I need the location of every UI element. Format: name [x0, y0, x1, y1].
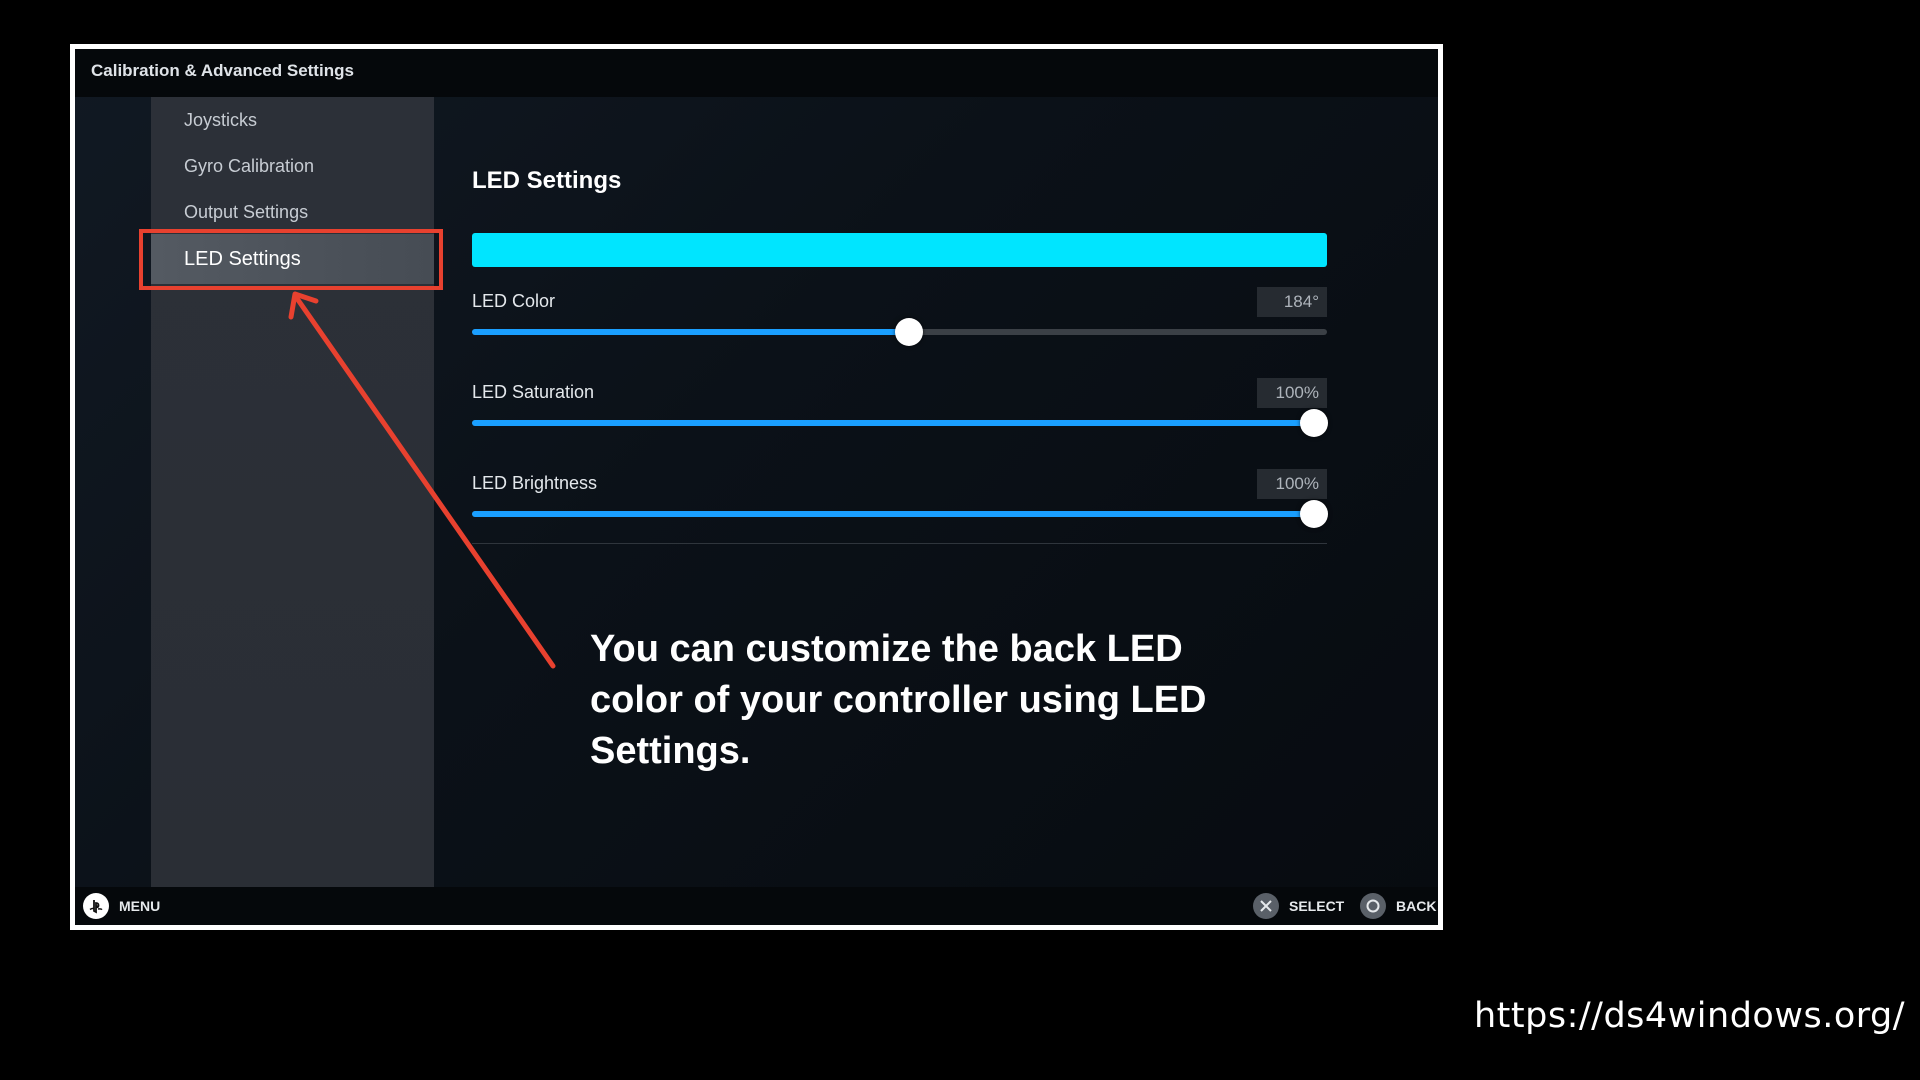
- led-color-slider[interactable]: [472, 318, 1327, 346]
- menu-hint[interactable]: MENU: [83, 893, 160, 919]
- led-saturation-label: LED Saturation: [472, 382, 595, 402]
- window-title: Calibration & Advanced Settings: [91, 61, 354, 80]
- screenshot-frame: Calibration & Advanced Settings Joystick…: [70, 44, 1443, 930]
- led-color-slider-row: LED Color 184°: [472, 287, 1327, 367]
- circle-button-icon: [1360, 893, 1386, 919]
- page-title: LED Settings: [472, 167, 622, 194]
- select-hint[interactable]: SELECT: [1253, 893, 1344, 919]
- sidebar-item-joysticks[interactable]: Joysticks: [151, 97, 434, 143]
- led-saturation-value[interactable]: 100%: [1257, 378, 1327, 408]
- annotation-caption: You can customize the back LED color of …: [590, 628, 1207, 772]
- source-url: https://ds4windows.org/: [1474, 996, 1906, 1036]
- back-label: BACK: [1396, 898, 1437, 914]
- led-brightness-label: LED Brightness: [472, 473, 598, 493]
- led-color-slider-thumb[interactable]: [894, 318, 923, 346]
- select-label: SELECT: [1289, 898, 1345, 914]
- led-color-label: LED Color: [472, 291, 556, 311]
- led-saturation-slider[interactable]: [472, 409, 1329, 437]
- led-brightness-value[interactable]: 100%: [1257, 469, 1327, 499]
- menu-label: MENU: [119, 898, 161, 914]
- led-saturation-slider-fill: [472, 420, 1315, 426]
- sidebar-item-led-settings[interactable]: LED Settings: [151, 234, 434, 284]
- led-color-slider-fill: [472, 329, 909, 335]
- sidebar-item-output-settings[interactable]: Output Settings: [151, 189, 434, 235]
- led-saturation-slider-thumb[interactable]: [1300, 409, 1329, 437]
- led-color-preview: [472, 233, 1327, 267]
- settings-sidebar: Joysticks Gyro Calibration Output Settin…: [151, 97, 434, 892]
- back-hint[interactable]: BACK: [1360, 893, 1436, 919]
- footer-bar: MENU SELECT BACK: [75, 887, 1438, 925]
- section-divider: [472, 543, 1327, 544]
- app-window: Calibration & Advanced Settings Joystick…: [75, 49, 1438, 925]
- led-brightness-slider-row: LED Brightness 100%: [472, 469, 1329, 549]
- title-bar: Calibration & Advanced Settings: [75, 49, 1438, 97]
- led-brightness-slider-thumb[interactable]: [1300, 500, 1329, 528]
- led-color-value[interactable]: 184°: [1257, 287, 1327, 317]
- led-brightness-slider-fill: [472, 511, 1315, 517]
- led-saturation-slider-row: LED Saturation 100%: [472, 378, 1329, 458]
- led-brightness-slider[interactable]: [472, 500, 1329, 528]
- playstation-icon: [83, 893, 109, 919]
- sidebar-item-gyro-calibration[interactable]: Gyro Calibration: [151, 143, 434, 189]
- cross-button-icon: [1253, 893, 1279, 919]
